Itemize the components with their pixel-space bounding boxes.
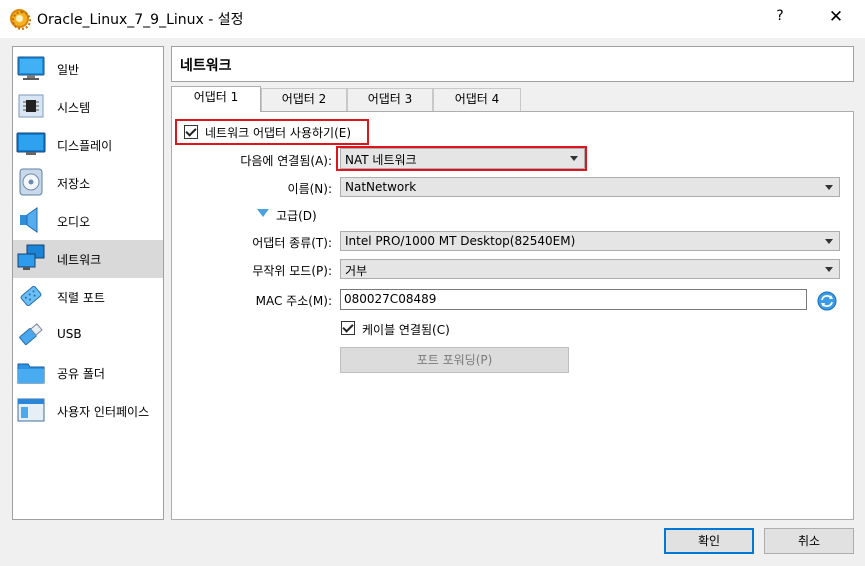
tab-adapter-3[interactable]: 어댑터 3 xyxy=(347,88,433,111)
title-bar: Oracle_Linux_7_9_Linux - 설정 ? ✕ xyxy=(0,0,865,38)
sidebar-item-shared-folders[interactable]: 공유 폴더 xyxy=(13,354,163,392)
mac-address-label: MAC 주소(M): xyxy=(255,294,332,308)
sidebar-item-user-interface[interactable]: 사용자 인터페이스 xyxy=(13,392,163,430)
adapter-type-value: Intel PRO/1000 MT Desktop(82540EM) xyxy=(345,234,576,248)
general-icon xyxy=(17,56,45,80)
sidebar-item-label: 사용자 인터페이스 xyxy=(57,405,150,419)
sidebar-item-serial-port[interactable]: 직렬 포트 xyxy=(13,278,163,316)
serial-port-icon xyxy=(20,285,42,307)
page-header: 네트워크 xyxy=(171,46,854,82)
advanced-toggle[interactable]: 고급(D) xyxy=(276,207,317,224)
promiscuous-mode-select[interactable]: 거부 xyxy=(340,259,840,279)
ok-button[interactable]: 확인 xyxy=(664,528,754,554)
name-label: 이름(N): xyxy=(287,182,332,196)
sidebar-item-label: 시스템 xyxy=(57,101,91,115)
tab-adapter-4[interactable]: 어댑터 4 xyxy=(433,88,521,111)
tab-adapter-2[interactable]: 어댑터 2 xyxy=(261,88,347,111)
chevron-down-icon xyxy=(825,239,833,244)
usb-icon xyxy=(19,323,43,345)
sidebar-item-label: 디스플레이 xyxy=(57,139,113,153)
sidebar-item-system[interactable]: 시스템 xyxy=(13,88,163,126)
enable-adapter-checkbox[interactable] xyxy=(184,125,198,139)
sidebar-item-general[interactable]: 일반 xyxy=(13,50,163,88)
attached-to-select[interactable]: NAT 네트워크 xyxy=(340,148,585,169)
sidebar-item-label: 일반 xyxy=(57,63,80,77)
sidebar-item-label: 공유 폴더 xyxy=(57,367,105,381)
tab-adapter-1[interactable]: 어댑터 1 xyxy=(171,86,261,112)
adapter-tab-panel xyxy=(171,111,854,520)
shared-folder-icon xyxy=(17,363,45,384)
adapter-type-label: 어댑터 종류(T): xyxy=(252,236,332,250)
adapter-type-select[interactable]: Intel PRO/1000 MT Desktop(82540EM) xyxy=(340,231,840,251)
help-button[interactable]: ? xyxy=(768,8,792,30)
cable-connected-checkbox[interactable] xyxy=(341,321,355,335)
mac-address-input[interactable] xyxy=(344,292,786,306)
audio-speaker-icon xyxy=(20,207,38,233)
name-value: NatNetwork xyxy=(345,180,417,194)
system-chip-icon xyxy=(18,94,44,118)
chevron-down-icon xyxy=(825,185,833,190)
attached-to-label: 다음에 연결됨(A): xyxy=(240,154,332,168)
network-icon xyxy=(17,244,45,270)
sidebar-item-label: USB xyxy=(57,327,82,341)
promiscuous-mode-value: 거부 xyxy=(345,264,368,278)
expand-triangle-icon[interactable] xyxy=(257,209,269,217)
user-interface-icon xyxy=(17,398,45,422)
promiscuous-mode-label: 무작위 모드(P): xyxy=(252,264,332,278)
sidebar-item-label: 저장소 xyxy=(57,177,91,191)
name-select[interactable]: NatNetwork xyxy=(340,177,840,197)
sidebar-item-usb[interactable]: USB xyxy=(13,316,163,354)
storage-disk-icon xyxy=(19,168,43,196)
close-window-button[interactable]: ✕ xyxy=(824,7,848,29)
cancel-button[interactable]: 취소 xyxy=(764,528,854,554)
sidebar-item-network[interactable]: 네트워크 xyxy=(13,240,163,278)
sidebar-item-label: 직렬 포트 xyxy=(57,291,105,305)
sidebar-item-label: 네트워크 xyxy=(57,253,102,267)
virtualbox-app-icon xyxy=(10,9,31,30)
refresh-mac-icon[interactable] xyxy=(816,290,838,312)
mac-address-field[interactable] xyxy=(340,289,807,310)
cable-connected-label: 케이블 연결됨(C) xyxy=(362,323,450,337)
sidebar-item-label: 오디오 xyxy=(57,215,91,229)
window-title: Oracle_Linux_7_9_Linux - 설정 xyxy=(37,12,244,28)
enable-adapter-label: 네트워크 어댑터 사용하기(E) xyxy=(205,126,352,140)
settings-sidebar: 일반 시스템 디스플레이 저장소 오디오 네트워크 직렬 포트 USB 공유 폴… xyxy=(12,46,164,520)
sidebar-item-storage[interactable]: 저장소 xyxy=(13,164,163,202)
display-icon xyxy=(16,132,46,155)
sidebar-item-display[interactable]: 디스플레이 xyxy=(13,126,163,164)
attached-to-value: NAT 네트워크 xyxy=(345,153,417,167)
chevron-down-icon xyxy=(570,156,578,161)
page-title: 네트워크 xyxy=(180,58,232,74)
sidebar-item-audio[interactable]: 오디오 xyxy=(13,202,163,240)
port-forwarding-button[interactable]: 포트 포워딩(P) xyxy=(340,347,569,373)
chevron-down-icon xyxy=(825,267,833,272)
